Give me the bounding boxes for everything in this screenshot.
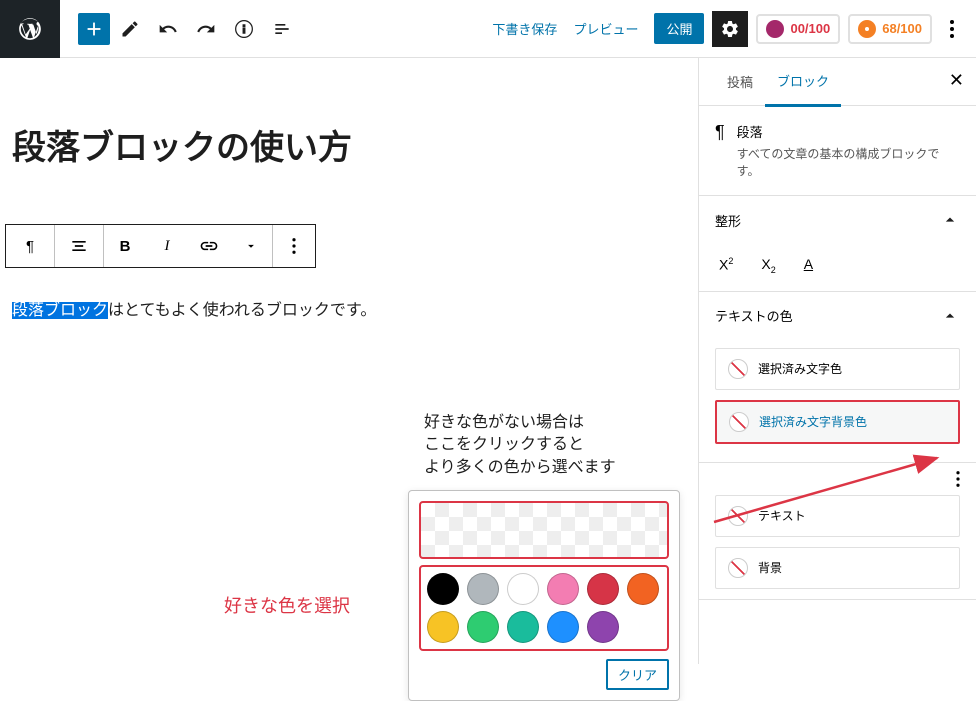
panel-background: テキスト 背景: [699, 463, 976, 600]
custom-color-button[interactable]: [419, 501, 669, 559]
settings-button[interactable]: [712, 11, 748, 47]
chevron-up-icon: [940, 306, 960, 326]
swatch-blue[interactable]: [547, 611, 579, 643]
add-block-button[interactable]: [78, 13, 110, 45]
color-circle-icon: [728, 506, 748, 526]
yoast-score-value: 00/100: [790, 21, 830, 36]
color-swatches: [419, 565, 669, 651]
panel-text-color-header[interactable]: テキストの色: [699, 292, 976, 340]
readability-badge[interactable]: 68/100: [848, 14, 932, 44]
underline-button[interactable]: A: [804, 256, 813, 275]
color-circle-icon: [728, 558, 748, 578]
swatch-teal[interactable]: [507, 611, 539, 643]
right-tools: 下書き保存 プレビュー 公開 00/100 68/100: [492, 11, 976, 47]
paragraph-block[interactable]: 段落ブロックはとてもよく使われるブロックです。: [0, 248, 376, 320]
settings-sidebar: 投稿 ブロック ✕ ¶ 段落 すべての文章の基本の構成ブロックです。 整形 X2…: [698, 58, 976, 664]
selected-text: 段落ブロック: [12, 302, 108, 319]
readability-score-value: 68/100: [882, 21, 922, 36]
save-draft-link[interactable]: 下書き保存: [492, 19, 557, 38]
undo-button[interactable]: [150, 11, 186, 47]
edit-mode-button[interactable]: [112, 11, 148, 47]
swatch-white[interactable]: [507, 573, 539, 605]
top-toolbar: 下書き保存 プレビュー 公開 00/100 68/100: [0, 0, 976, 58]
preview-link[interactable]: プレビュー: [573, 19, 638, 38]
info-button[interactable]: [226, 11, 262, 47]
subscript-button[interactable]: X2: [761, 256, 775, 275]
chevron-up-icon: [940, 210, 960, 230]
editor-canvas[interactable]: 段落ブロックの使い方 ¶ B I 段落ブロックはとてもよく使われるブロックです。: [0, 58, 698, 664]
text-color-option[interactable]: 選択済み文字色: [715, 348, 960, 390]
color-circle-icon: [729, 412, 749, 432]
more-menu-button[interactable]: [940, 11, 964, 47]
main-area: 段落ブロックの使い方 ¶ B I 段落ブロックはとてもよく使われるブロックです。: [0, 58, 976, 664]
more-icon: [956, 471, 960, 487]
publish-button[interactable]: 公開: [654, 13, 704, 44]
text-option[interactable]: テキスト: [715, 495, 960, 537]
swatch-yellow[interactable]: [427, 611, 459, 643]
yoast-seo-badge[interactable]: 00/100: [756, 14, 840, 44]
annotation-swatch: 好きな色を選択: [224, 592, 350, 618]
tab-post[interactable]: 投稿: [715, 58, 765, 105]
panel-background-header[interactable]: [699, 463, 976, 495]
swatch-pink[interactable]: [547, 573, 579, 605]
annotation-custom-color: 好きな色がない場合は ここをクリックすると より多くの色から選べます: [424, 412, 616, 479]
yoast-icon: [766, 20, 784, 38]
swatch-gray[interactable]: [467, 573, 499, 605]
swatch-red[interactable]: [587, 573, 619, 605]
redo-button[interactable]: [188, 11, 224, 47]
block-info-title: 段落: [737, 122, 960, 141]
bg-option[interactable]: 背景: [715, 547, 960, 589]
paragraph-icon: ¶: [715, 122, 725, 179]
readability-icon: [858, 20, 876, 38]
block-info-desc: すべての文章の基本の構成ブロックです。: [737, 145, 960, 179]
swatch-black[interactable]: [427, 573, 459, 605]
left-tools: [60, 11, 300, 47]
superscript-button[interactable]: X2: [719, 256, 733, 275]
panel-format: 整形 X2 X2 A: [699, 196, 976, 292]
sidebar-tabs: 投稿 ブロック ✕: [699, 58, 976, 106]
color-picker-popover: クリア: [408, 490, 680, 701]
swatch-purple[interactable]: [587, 611, 619, 643]
color-circle-icon: [728, 359, 748, 379]
close-sidebar-button[interactable]: ✕: [949, 70, 964, 91]
outline-button[interactable]: [264, 11, 300, 47]
swatch-orange[interactable]: [627, 573, 659, 605]
panel-text-color: テキストの色 選択済み文字色 選択済み文字背景色: [699, 292, 976, 463]
panel-format-header[interactable]: 整形: [699, 196, 976, 244]
post-title[interactable]: 段落ブロックの使い方: [0, 58, 698, 169]
tab-block[interactable]: ブロック: [765, 57, 841, 107]
background-color-option[interactable]: 選択済み文字背景色: [715, 400, 960, 444]
wordpress-logo[interactable]: [0, 0, 60, 58]
block-info: ¶ 段落 すべての文章の基本の構成ブロックです。: [699, 106, 976, 196]
swatch-green[interactable]: [467, 611, 499, 643]
paragraph-rest: はとてもよく使われるブロックです。: [108, 302, 376, 319]
